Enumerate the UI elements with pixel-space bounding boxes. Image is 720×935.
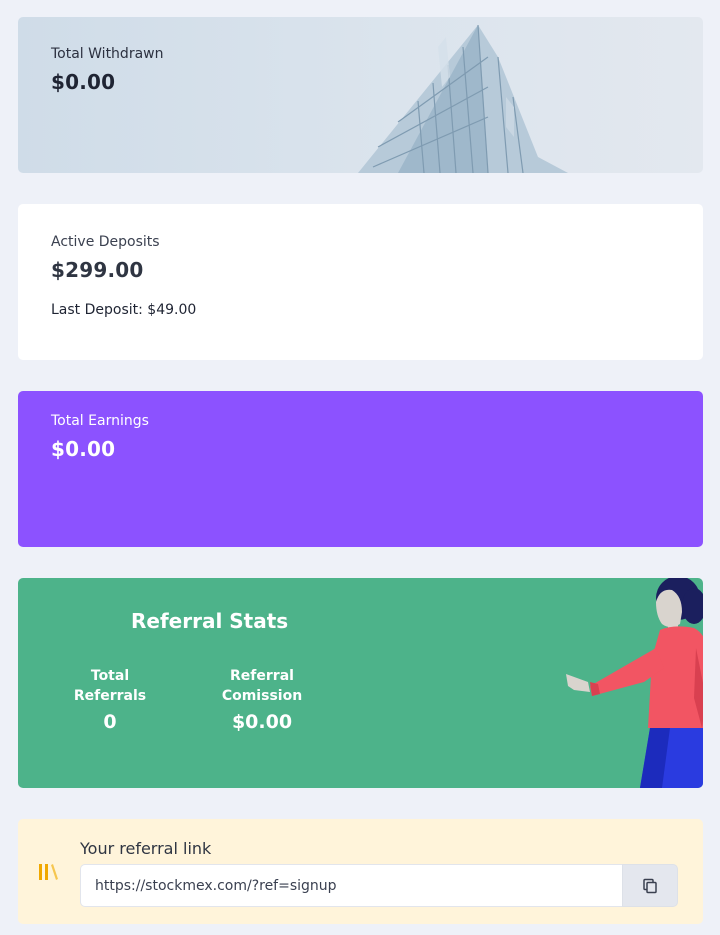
total-earnings-card: Total Earnings $0.00 bbox=[18, 391, 703, 547]
withdrawn-label: Total Withdrawn bbox=[51, 46, 164, 62]
total-referrals-label: Total Referrals bbox=[73, 668, 147, 704]
copy-link-button[interactable] bbox=[622, 864, 678, 907]
referral-link-group bbox=[80, 864, 678, 907]
withdrawn-amount: $0.00 bbox=[51, 70, 116, 94]
referral-commission-label: Referral Comission bbox=[221, 668, 303, 704]
building-illustration bbox=[358, 24, 568, 173]
books-icon bbox=[39, 864, 58, 880]
earnings-label: Total Earnings bbox=[51, 413, 149, 429]
active-deposits-card: Active Deposits $299.00 Last Deposit: $4… bbox=[18, 204, 703, 360]
deposits-label: Active Deposits bbox=[51, 234, 160, 250]
total-referrals-stat: Total Referrals 0 bbox=[70, 666, 150, 732]
earnings-amount: $0.00 bbox=[51, 437, 116, 461]
total-referrals-value: 0 bbox=[103, 711, 117, 733]
referral-commission-value: $0.00 bbox=[231, 711, 293, 733]
referral-stats-title: Referral Stats bbox=[131, 609, 289, 633]
referral-link-card: Your referral link bbox=[18, 819, 703, 924]
referral-link-input[interactable] bbox=[80, 864, 622, 907]
referral-commission-stat: Referral Comission $0.00 bbox=[218, 666, 306, 732]
total-withdrawn-card: Total Withdrawn $0.00 bbox=[18, 17, 703, 173]
referral-stats-card: Referral Stats Total Referrals 0 Referra… bbox=[18, 578, 703, 788]
deposits-amount: $299.00 bbox=[51, 258, 144, 282]
last-deposit-text: Last Deposit: $49.00 bbox=[51, 302, 197, 318]
referral-link-heading: Your referral link bbox=[80, 839, 212, 858]
copy-icon bbox=[643, 878, 657, 893]
person-illustration bbox=[566, 578, 703, 788]
